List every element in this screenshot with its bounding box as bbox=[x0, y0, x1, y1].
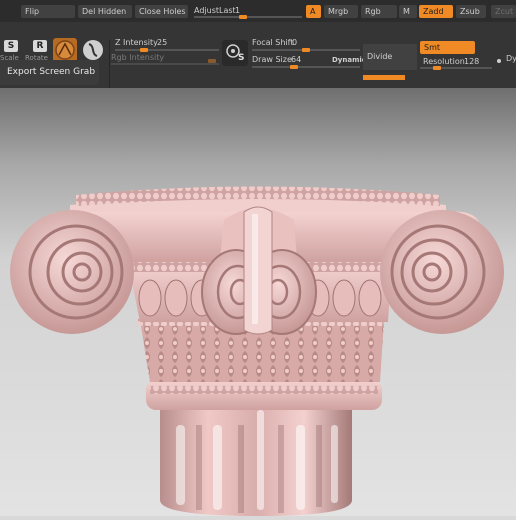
draw-size-slider[interactable] bbox=[252, 66, 360, 68]
z-intensity-knob[interactable] bbox=[140, 48, 148, 52]
z-intensity-label: Z Intensity bbox=[115, 38, 158, 47]
flip-button[interactable]: Flip bbox=[21, 5, 75, 18]
sphere-tool-icon[interactable] bbox=[81, 38, 105, 62]
3d-viewport[interactable] bbox=[0, 88, 516, 516]
divide-button[interactable]: Divide bbox=[363, 44, 417, 70]
resolution-slider[interactable] bbox=[420, 67, 492, 69]
zsub-button[interactable]: Zsub bbox=[456, 5, 486, 18]
mrgb-button[interactable]: Mrgb bbox=[324, 5, 358, 18]
divide-progress bbox=[363, 75, 405, 80]
tooltip-export-screen-grab: Export Screen Grab bbox=[0, 60, 99, 85]
rgb-button[interactable]: Rgb bbox=[361, 5, 397, 18]
adjust-last-slider[interactable] bbox=[194, 16, 302, 18]
smt-toggle[interactable]: Smt bbox=[420, 41, 475, 54]
resolution-knob[interactable] bbox=[433, 66, 441, 70]
zcut-button[interactable]: Zcut bbox=[491, 5, 516, 18]
draw-size-knob[interactable] bbox=[290, 65, 298, 69]
zadd-button[interactable]: Zadd bbox=[419, 5, 453, 18]
z-intensity-value: 25 bbox=[157, 38, 168, 47]
draw-size-value: 64 bbox=[291, 55, 302, 64]
rotate-icon[interactable]: R bbox=[33, 40, 47, 52]
del-hidden-button[interactable]: Del Hidden bbox=[78, 5, 132, 18]
close-holes-button[interactable]: Close Holes bbox=[135, 5, 188, 18]
rgb-intensity-label: Rgb Intensity bbox=[111, 53, 165, 62]
focal-shift-value: 0 bbox=[292, 38, 298, 47]
resolution-value: 128 bbox=[464, 57, 480, 66]
scale-icon[interactable]: S bbox=[4, 40, 18, 52]
dynamic-toggle[interactable]: Dynamic bbox=[332, 56, 366, 64]
focal-shift-knob[interactable] bbox=[302, 48, 310, 52]
rgb-intensity-knob[interactable] bbox=[208, 59, 216, 63]
a-toggle[interactable]: A bbox=[306, 5, 321, 18]
m-button[interactable]: M bbox=[399, 5, 417, 18]
brush-key-label: S bbox=[238, 53, 245, 63]
focal-shift-label: Focal Shift bbox=[252, 38, 294, 47]
dy-label: Dy bbox=[506, 54, 516, 63]
ionic-capital-model bbox=[10, 186, 504, 516]
z-intensity-slider[interactable] bbox=[115, 49, 219, 51]
top-toolbar-row: Flip Del Hidden Close Holes AdjustLast 1… bbox=[0, 0, 516, 22]
draw-size-label: Draw Size bbox=[252, 55, 292, 64]
adjust-last-label: AdjustLast bbox=[194, 6, 236, 15]
divider bbox=[109, 40, 110, 88]
resolution-label: Resolution bbox=[423, 57, 465, 66]
radio-dot[interactable] bbox=[497, 59, 501, 63]
rgb-intensity-slider[interactable] bbox=[111, 63, 219, 65]
adjust-last-value: 1 bbox=[235, 6, 241, 15]
edit-brush-icon[interactable] bbox=[53, 38, 77, 62]
adjust-last-knob[interactable] bbox=[238, 15, 247, 19]
